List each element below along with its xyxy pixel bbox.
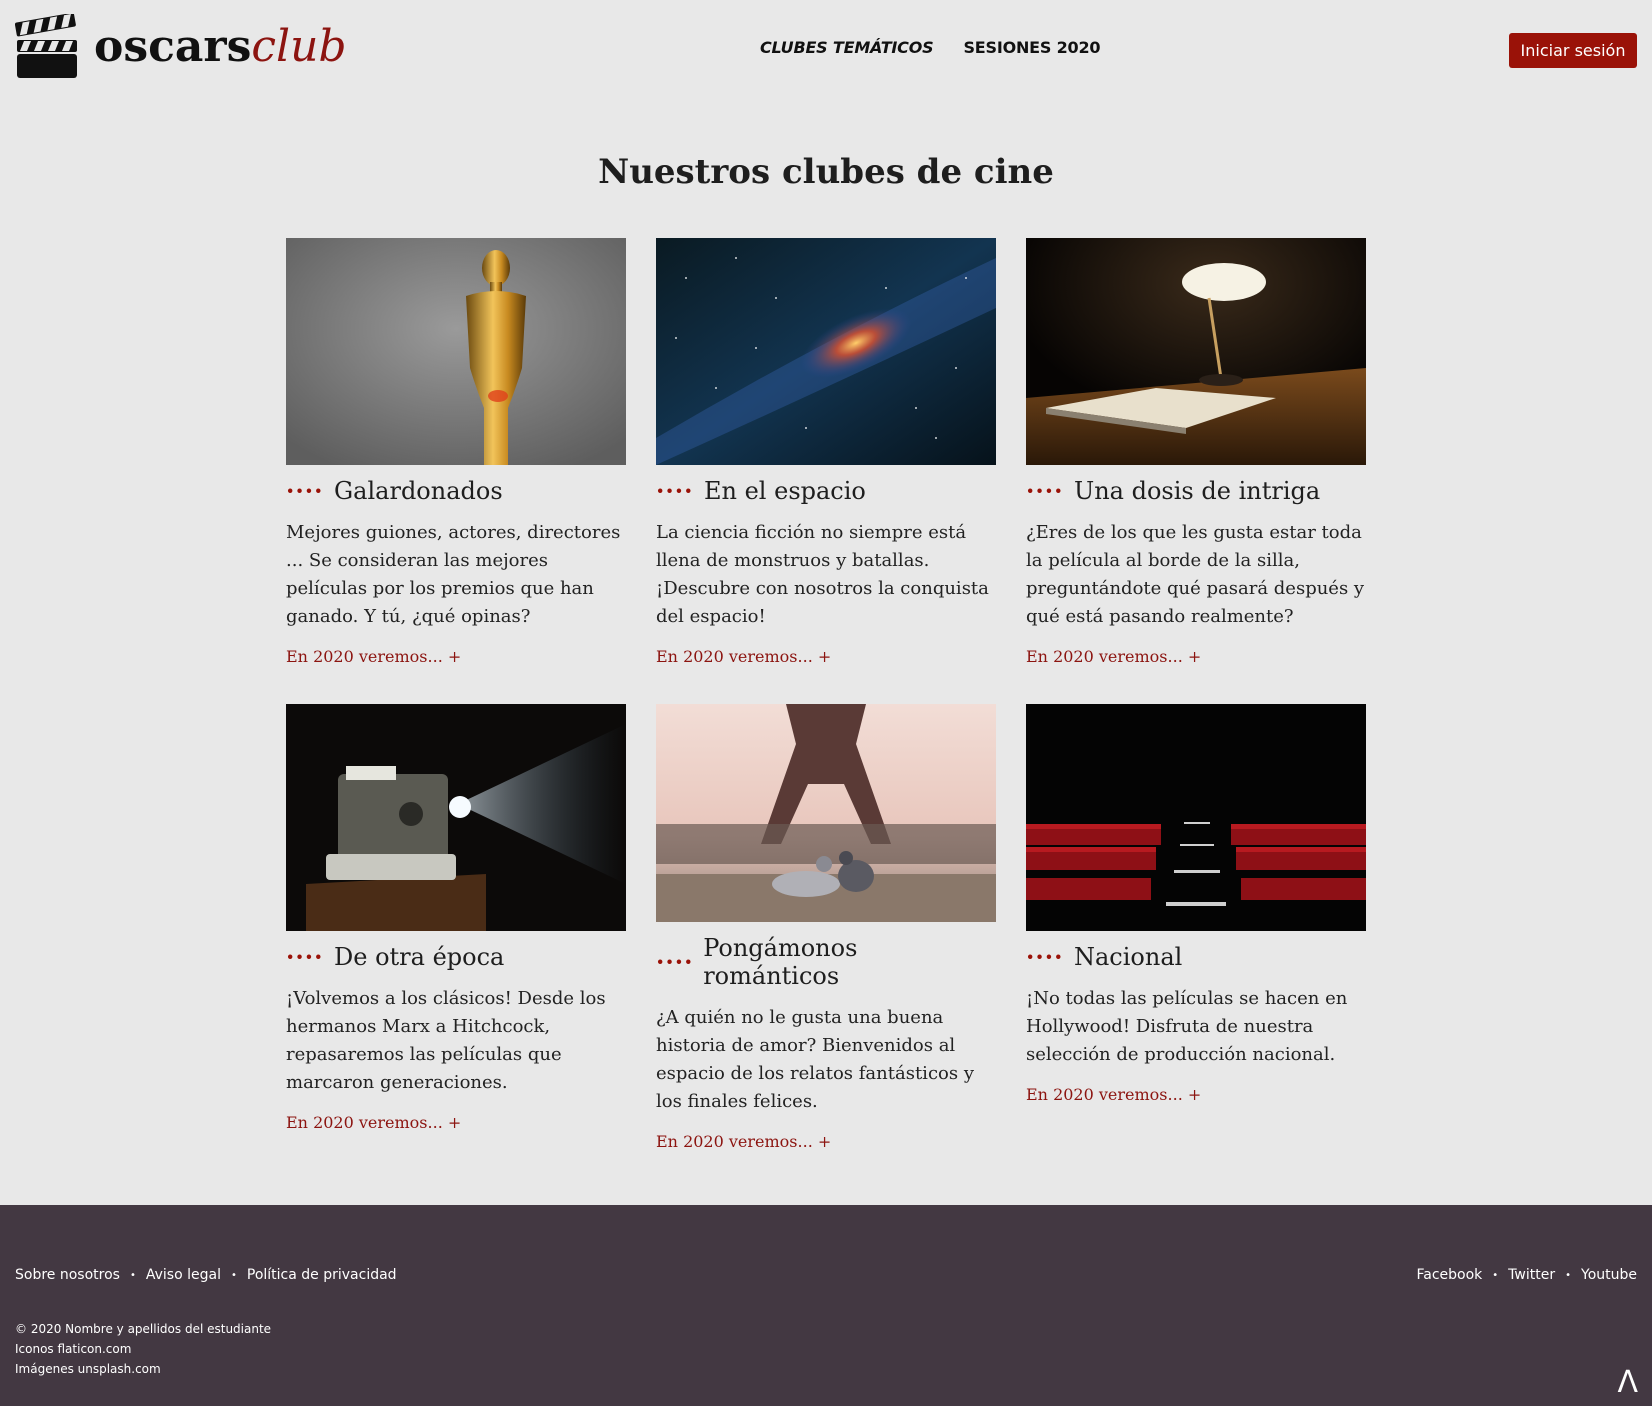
- main-nav: CLUBES TEMÁTICOS SESIONES 2020: [760, 38, 1101, 57]
- club-card-nacional: ···· Nacional ¡No todas las películas se…: [1026, 704, 1366, 1104]
- footer-links: Sobre nosotros • Aviso legal • Política de p…: [15, 1267, 397, 1283]
- card-title-row: ···· Galardonados: [286, 477, 626, 505]
- oscar-statue-image: [286, 238, 626, 465]
- card-title: Nacional: [1074, 943, 1183, 971]
- bullet-separator: •: [1492, 1269, 1499, 1281]
- credit-icons: Iconos flaticon.com: [15, 1342, 132, 1356]
- card-more-link[interactable]: En 2020 veremos... +: [286, 647, 461, 666]
- card-title: De otra época: [334, 943, 505, 971]
- dots-decoration: ····: [286, 942, 324, 971]
- dots-decoration: ····: [1026, 942, 1064, 971]
- card-description: Mejores guiones, actores, directores ...…: [286, 522, 621, 627]
- social-link-twitter[interactable]: Twitter: [1508, 1267, 1555, 1283]
- bullet-separator: •: [1565, 1269, 1571, 1281]
- club-card-otra-epoca: ···· De otra época ¡Volvemos a los clási…: [286, 704, 626, 1132]
- film-projector-image: [286, 704, 626, 931]
- social-link-youtube[interactable]: Youtube: [1581, 1267, 1637, 1283]
- site-header: oscarsclub CLUBES TEMÁTICOS SESIONES 202…: [0, 0, 1652, 100]
- dots-decoration: ····: [286, 476, 324, 505]
- brand-name-bold: oscars: [94, 21, 252, 72]
- brand-name-italic: club: [251, 21, 347, 72]
- footer-link-aviso-legal[interactable]: Aviso legal: [146, 1267, 221, 1283]
- club-card-espacio: ···· En el espacio La ciencia ficción no…: [656, 238, 996, 666]
- clapperboard-icon: [15, 14, 77, 78]
- cinema-seats-image: [1026, 704, 1366, 931]
- card-title: Una dosis de intriga: [1074, 477, 1321, 505]
- card-description: ¡Volvemos a los clásicos! Desde los herm…: [286, 988, 606, 1093]
- card-description: ¿Eres de los que les gusta estar toda la…: [1026, 522, 1365, 627]
- card-more-link[interactable]: En 2020 veremos... +: [1026, 1085, 1201, 1104]
- card-description: ¿A quién no le gusta una buena historia …: [656, 1007, 974, 1112]
- bullet-separator: •: [129, 1269, 136, 1281]
- nav-clubes-tematicos[interactable]: CLUBES TEMÁTICOS: [760, 38, 934, 57]
- club-card-intriga: ···· Una dosis de intriga ¿Eres de los q…: [1026, 238, 1366, 666]
- card-title-row: ···· De otra época: [286, 943, 626, 971]
- card-description: La ciencia ficción no siempre está llena…: [656, 522, 989, 627]
- card-more-link[interactable]: En 2020 veremos... +: [1026, 647, 1201, 666]
- card-title: En el espacio: [704, 477, 866, 505]
- dots-decoration: ····: [1026, 476, 1064, 505]
- home-logo-link[interactable]: oscarsclub: [15, 14, 347, 80]
- dots-decoration: ····: [656, 947, 694, 976]
- card-more-link[interactable]: En 2020 veremos... +: [656, 647, 831, 666]
- site-footer: Sobre nosotros • Aviso legal • Política de p…: [0, 1205, 1652, 1406]
- login-button[interactable]: Iniciar sesión: [1509, 33, 1637, 68]
- social-link-facebook[interactable]: Facebook: [1416, 1267, 1482, 1283]
- footer-credits: © 2020 Nombre y apellidos del estudiante…: [15, 1319, 271, 1379]
- card-title-row: ···· Nacional: [1026, 943, 1366, 971]
- bullet-separator: •: [230, 1269, 237, 1281]
- card-more-link[interactable]: En 2020 veremos... +: [656, 1132, 831, 1151]
- back-to-top-icon[interactable]: Λ: [1617, 1365, 1638, 1400]
- brand-name: oscarsclub: [94, 25, 347, 69]
- club-card-romanticos: ···· Pongámonos románticos ¿A quién no l…: [656, 704, 996, 1151]
- credit-copyright: © 2020 Nombre y apellidos del estudiante: [15, 1322, 272, 1336]
- footer-link-sobre-nosotros[interactable]: Sobre nosotros: [15, 1267, 120, 1283]
- card-title: Galardonados: [334, 477, 503, 505]
- nav-sesiones-2020[interactable]: SESIONES 2020: [963, 38, 1100, 57]
- card-more-link[interactable]: En 2020 veremos... +: [286, 1113, 461, 1132]
- club-card-galardonados: ···· Galardonados Mejores guiones, actor…: [286, 238, 626, 666]
- eiffel-tower-image: [656, 704, 996, 922]
- dots-decoration: ····: [656, 476, 694, 505]
- desk-lamp-image: [1026, 238, 1366, 465]
- card-title-row: ···· En el espacio: [656, 477, 996, 505]
- card-description: ¡No todas las películas se hacen en Holl…: [1026, 988, 1348, 1065]
- milky-way-image: [656, 238, 996, 465]
- page-title: Nuestros clubes de cine: [598, 152, 1054, 192]
- card-title-row: ···· Una dosis de intriga: [1026, 477, 1366, 505]
- card-title-row: ···· Pongámonos románticos: [656, 934, 996, 990]
- card-title: Pongámonos románticos: [703, 934, 858, 990]
- footer-link-privacidad[interactable]: Política de privacidad: [247, 1267, 397, 1283]
- credit-images: Imágenes unsplash.com: [15, 1362, 161, 1376]
- footer-social-links: Facebook • Twitter • Youtube: [1416, 1267, 1637, 1283]
